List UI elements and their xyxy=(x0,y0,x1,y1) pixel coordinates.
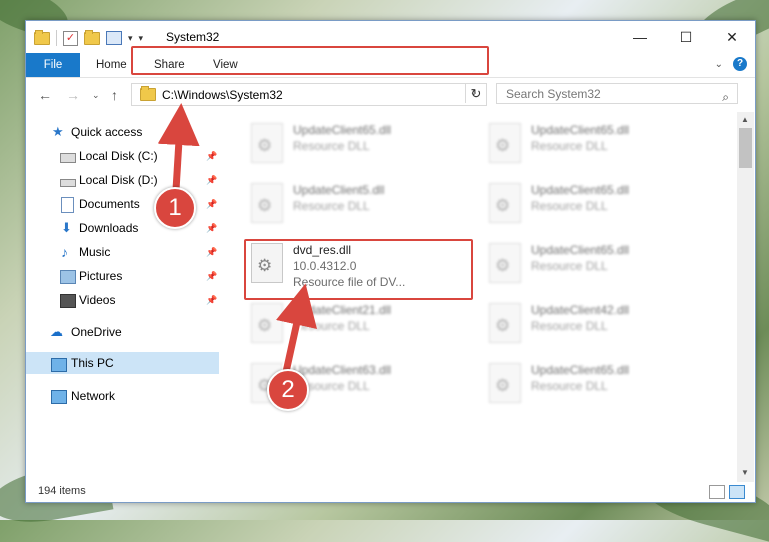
callout-step-1: 1 xyxy=(154,187,196,229)
annotation-arrows xyxy=(157,103,317,374)
callout-step-2: 2 xyxy=(267,369,309,411)
arrow-one xyxy=(157,103,200,191)
